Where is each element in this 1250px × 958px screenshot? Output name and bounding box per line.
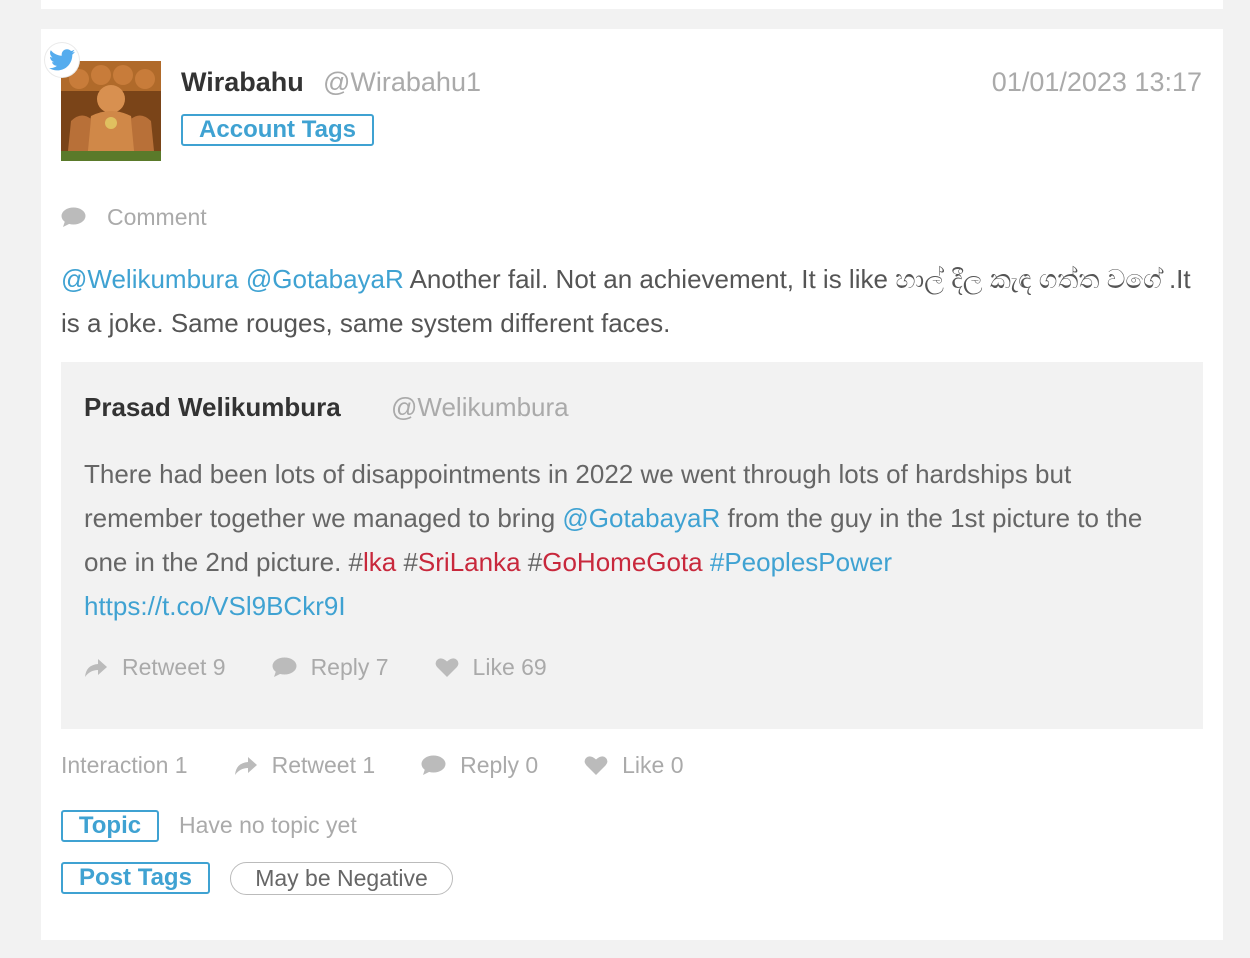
quoted-text: There had been lots of disappointments i… — [84, 452, 1184, 628]
hashtag-link[interactable]: GoHomeGota — [542, 547, 702, 577]
quoted-author-handle[interactable]: @Welikumbura — [391, 392, 569, 423]
heart-icon — [435, 658, 458, 677]
topic-empty-text: Have no topic yet — [179, 812, 357, 838]
post-timestamp: 01/01/2023 13:17 — [991, 67, 1202, 97]
account-tags-button[interactable]: Account Tags — [181, 114, 374, 146]
interaction-stat: Interaction 1 — [61, 752, 188, 779]
post-card: Wirabahu @Wirabahu1 01/01/2023 13:17 Acc… — [41, 29, 1223, 940]
post-stats: Interaction 1 Retweet 1 Reply 0 Like 0 — [61, 752, 730, 779]
previous-card-edge — [41, 0, 1223, 9]
hashtag-link[interactable]: SriLanka — [418, 547, 521, 577]
avatar-image — [61, 61, 161, 161]
quoted-author-name[interactable]: Prasad Welikumbura — [84, 392, 341, 423]
quoted-like-stat[interactable]: Like 69 — [435, 654, 547, 681]
quoted-tweet: Prasad Welikumbura @Welikumbura There ha… — [61, 362, 1203, 729]
hashtag-separator: # — [520, 547, 543, 577]
author-name[interactable]: Wirabahu — [181, 67, 304, 98]
interaction-count: Interaction 1 — [61, 752, 188, 778]
mention-link[interactable]: @GotabayaR — [246, 264, 404, 294]
twitter-icon — [45, 43, 79, 77]
quoted-retweet-count: Retweet 9 — [122, 654, 226, 680]
quoted-reply-count: Reply 7 — [310, 654, 389, 680]
heart-icon — [584, 756, 608, 775]
url-link[interactable]: https://t.co/VSl9BCkr9I — [84, 591, 346, 621]
quoted-reply-stat[interactable]: Reply 7 — [272, 654, 389, 681]
retweet-icon — [85, 658, 107, 677]
quoted-stats: Retweet 9 Reply 7 Like 69 — [84, 654, 593, 681]
hashtag-separator: # — [396, 547, 418, 577]
post-tag-chip[interactable]: May be Negative — [230, 862, 453, 895]
topic-button[interactable]: Topic — [61, 810, 159, 842]
mention-link[interactable]: @GotabayaR — [562, 503, 720, 533]
retweet-icon — [234, 756, 257, 775]
reply-stat[interactable]: Reply 0 — [421, 752, 538, 779]
retweet-stat[interactable]: Retweet 1 — [234, 752, 376, 779]
hashtag-link[interactable]: #PeoplesPower — [710, 547, 892, 577]
post-type: Comment — [61, 204, 207, 231]
avatar[interactable] — [61, 61, 161, 161]
reply-icon — [272, 657, 297, 677]
reply-count: Reply 0 — [460, 752, 539, 778]
post-text: @Welikumbura @GotabayaR Another fail. No… — [61, 257, 1203, 345]
post-type-label: Comment — [107, 204, 207, 230]
post-tags-button[interactable]: Post Tags — [61, 862, 210, 894]
like-stat[interactable]: Like 0 — [584, 752, 684, 779]
retweet-count: Retweet 1 — [271, 752, 376, 778]
author-handle[interactable]: @Wirabahu1 — [323, 67, 481, 98]
quoted-retweet-stat[interactable]: Retweet 9 — [84, 654, 226, 681]
comment-icon — [61, 207, 86, 227]
reply-icon — [421, 755, 446, 775]
hashtag-separator — [703, 547, 710, 577]
quoted-like-count: Like 69 — [472, 654, 547, 680]
like-count: Like 0 — [622, 752, 684, 778]
hashtag-link[interactable]: lka — [363, 547, 396, 577]
mention-link[interactable]: @Welikumbura — [61, 264, 239, 294]
